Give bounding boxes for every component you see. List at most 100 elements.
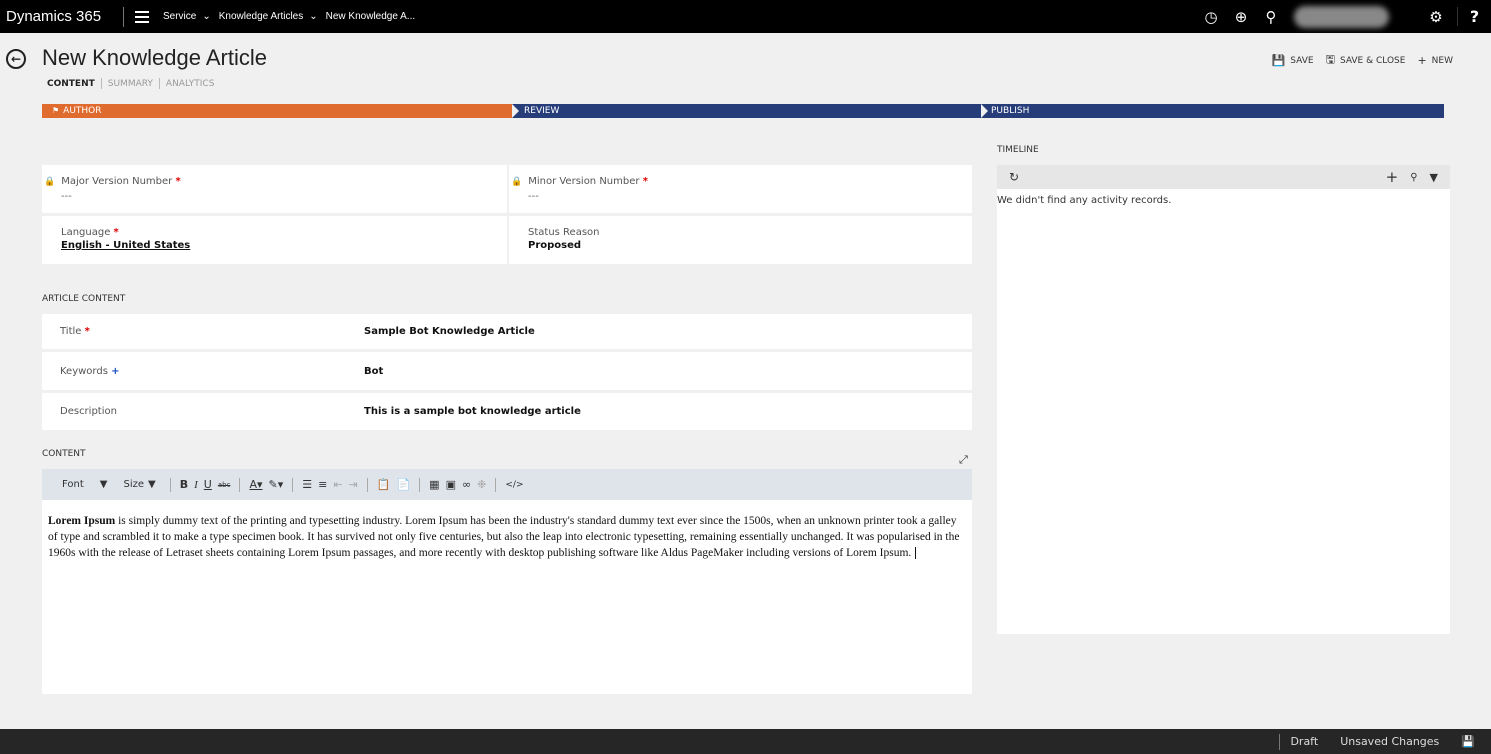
title-value[interactable]: Sample Bot Knowledge Article — [364, 326, 535, 337]
nav-divider — [123, 6, 124, 27]
source-code-icon[interactable]: </> — [505, 480, 523, 490]
major-version-field[interactable]: 🔒 Major Version Number * --- — [42, 165, 507, 213]
numbered-list-icon[interactable]: ☰ — [302, 478, 312, 491]
title-label-row: Title * — [60, 326, 90, 337]
language-value-link[interactable]: English - United States — [61, 240, 507, 251]
keywords-field[interactable]: Keywords + Bot — [42, 352, 972, 390]
expand-icon[interactable]: ⤢ — [959, 453, 968, 467]
plus-icon: + — [1417, 54, 1427, 67]
image-icon[interactable]: ▣ — [446, 478, 456, 491]
italic-icon[interactable]: I — [194, 479, 198, 491]
user-avatar[interactable] — [1294, 5, 1389, 28]
refresh-icon[interactable]: ↻ — [1009, 170, 1019, 184]
description-field[interactable]: Description This is a sample bot knowled… — [42, 393, 972, 430]
required-marker: * — [175, 176, 181, 187]
description-value[interactable]: This is a sample bot knowledge article — [364, 406, 581, 417]
top-nav-bar: Dynamics 365 Service ⌄ Knowledge Article… — [0, 0, 1491, 33]
save-button[interactable]: 💾 SAVE — [1272, 54, 1314, 67]
status-reason-label: Status Reason — [528, 227, 600, 238]
status-bar: Draft Unsaved Changes 💾 — [0, 729, 1491, 754]
add-icon[interactable]: ⊕ — [1226, 8, 1256, 26]
save-close-icon: 🖫 — [1325, 53, 1335, 66]
save-label: SAVE — [1290, 55, 1314, 66]
hamburger-menu-icon[interactable] — [135, 10, 149, 23]
table-icon[interactable]: ▦ — [429, 478, 439, 491]
font-select[interactable]: Font ▼ — [54, 479, 107, 490]
filter-icon[interactable]: ▼ — [1430, 171, 1438, 184]
chevron-down-icon[interactable]: ⌄ — [202, 11, 210, 22]
stage-review[interactable]: REVIEW — [512, 104, 981, 118]
timeline-empty-message: We didn't find any activity records. — [997, 195, 1172, 206]
chevron-down-icon[interactable]: ⌄ — [309, 11, 317, 22]
keywords-label-row: Keywords + — [60, 366, 120, 377]
search-icon[interactable]: ⚲ — [1256, 8, 1286, 26]
minor-version-label: Minor Version Number — [528, 176, 640, 187]
rich-text-editor[interactable]: Font ▼ Size ▼ B I U abc A▾ ✎▾ ☰ ≡ ⇤ ⇥ 📋 … — [42, 469, 972, 694]
save-close-label: SAVE & CLOSE — [1339, 55, 1406, 66]
bold-icon[interactable]: B — [180, 478, 188, 491]
minor-version-label-row: 🔒 Minor Version Number * — [511, 176, 972, 187]
tab-analytics[interactable]: ANALYTICS — [166, 79, 215, 89]
lock-icon: 🔒 — [44, 177, 56, 187]
paste-icon[interactable]: 📋 — [377, 478, 391, 491]
article-content-heading: ARTICLE CONTENT — [42, 294, 126, 304]
content-heading: CONTENT — [42, 449, 86, 459]
tab-summary[interactable]: SUMMARY — [108, 79, 153, 89]
major-version-label-row: 🔒 Major Version Number * — [44, 176, 507, 187]
business-process-bar: ⚑ AUTHOR REVIEW PUBLISH — [42, 104, 1444, 118]
back-arrow-icon[interactable]: ← — [6, 49, 26, 69]
decrease-indent-icon[interactable]: ⇤ — [333, 478, 342, 491]
minor-version-value: --- — [528, 191, 539, 202]
floppy-disk-icon[interactable]: 💾 — [1461, 735, 1475, 748]
link-icon[interactable]: ∞ — [462, 478, 471, 491]
tab-content[interactable]: CONTENT — [47, 79, 95, 89]
floppy-disk-icon: 💾 — [1271, 54, 1286, 67]
required-marker: * — [113, 227, 119, 238]
history-icon[interactable]: ◷ — [1196, 8, 1226, 26]
timeline-panel: ↻ + ⚲ ▼ We didn't find any activity reco… — [997, 165, 1450, 634]
help-icon[interactable]: ? — [1457, 7, 1491, 26]
search-icon[interactable]: ⚲ — [1410, 172, 1417, 183]
bulleted-list-icon[interactable]: ≡ — [318, 478, 327, 491]
status-reason-field[interactable]: Status Reason Proposed — [509, 216, 972, 264]
nav-module-service[interactable]: Service — [163, 11, 196, 22]
new-button[interactable]: + NEW — [1417, 54, 1453, 67]
editor-toolbar: Font ▼ Size ▼ B I U abc A▾ ✎▾ ☰ ≡ ⇤ ⇥ 📋 … — [42, 469, 972, 500]
command-bar: 💾 SAVE 🖫 SAVE & CLOSE + NEW — [1260, 51, 1453, 70]
flag-icon: ⚑ — [52, 106, 60, 115]
dropdown-arrow-icon: ▼ — [148, 479, 156, 490]
underline-icon[interactable]: U — [204, 478, 212, 491]
app-brand[interactable]: Dynamics 365 — [0, 8, 123, 25]
form-tabs: CONTENT SUMMARY ANALYTICS — [47, 78, 214, 89]
paste-text-icon[interactable]: 📄 — [396, 478, 410, 491]
editor-body[interactable]: Lorem Ipsum is simply dummy text of the … — [42, 500, 972, 561]
increase-indent-icon[interactable]: ⇥ — [349, 478, 358, 491]
required-marker: * — [84, 326, 90, 337]
strikethrough-icon[interactable]: abc — [218, 481, 231, 489]
title-field[interactable]: Title * Sample Bot Knowledge Article — [42, 314, 972, 349]
gear-icon[interactable]: ⚙ — [1415, 8, 1457, 26]
keywords-value[interactable]: Bot — [364, 366, 383, 377]
major-version-value: --- — [61, 191, 72, 202]
tab-divider — [100, 78, 102, 89]
status-divider — [1279, 733, 1281, 750]
toolbar-divider — [495, 477, 497, 492]
nav-record-current[interactable]: New Knowledge A... — [326, 11, 416, 22]
status-reason-value: Proposed — [528, 240, 582, 251]
size-select[interactable]: Size ▼ — [115, 479, 155, 490]
stage-author[interactable]: ⚑ AUTHOR — [42, 104, 512, 118]
font-color-icon[interactable]: A▾ — [249, 478, 262, 491]
major-version-label: Major Version Number — [61, 176, 173, 187]
save-close-button[interactable]: 🖫 SAVE & CLOSE — [1326, 51, 1406, 70]
nav-entity-knowledge-articles[interactable]: Knowledge Articles — [219, 11, 304, 22]
language-field[interactable]: Language * English - United States — [42, 216, 507, 264]
add-activity-icon[interactable]: + — [1386, 168, 1399, 186]
stage-publish[interactable]: PUBLISH — [981, 104, 1444, 118]
size-select-label: Size — [123, 479, 145, 490]
minor-version-field[interactable]: 🔒 Minor Version Number * --- — [509, 165, 972, 213]
toolbar-divider — [169, 477, 171, 492]
keywords-label: Keywords — [60, 365, 108, 377]
language-label-row: Language * — [61, 227, 507, 238]
highlight-color-icon[interactable]: ✎▾ — [268, 478, 283, 491]
unlink-icon[interactable]: ❉ — [477, 478, 486, 491]
